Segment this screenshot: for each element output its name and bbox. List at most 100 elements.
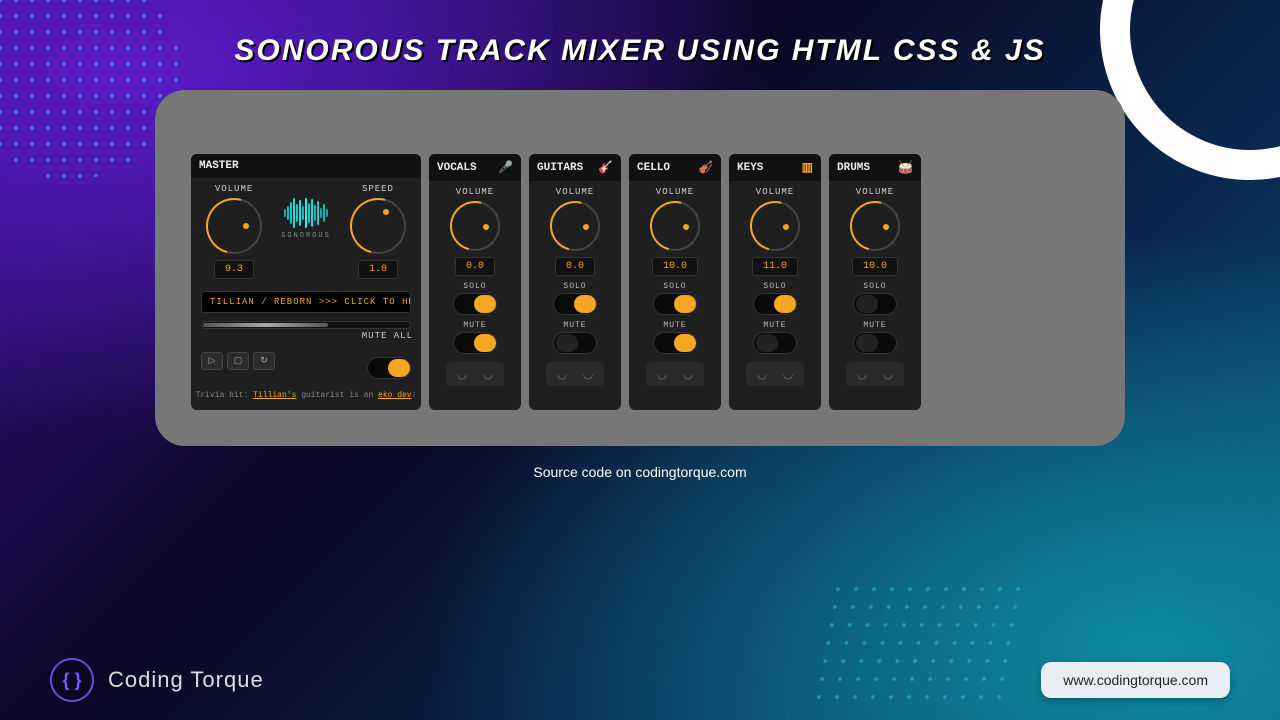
guitar-icon: 🎸 xyxy=(598,160,613,175)
track-panel-vocals: VOCALS 🎤 VOLUME 0.0 SOLO MUTE ◡ ◡ xyxy=(429,154,521,410)
headphone-selector[interactable]: ◡ ◡ xyxy=(746,362,804,386)
track-header: KEYS ▥ xyxy=(729,154,821,181)
track-volume-knob[interactable] xyxy=(750,201,800,251)
trivia-link-2[interactable]: eko dev xyxy=(378,391,412,400)
solo-label: SOLO xyxy=(763,282,786,291)
headphone-right-icon: ◡ xyxy=(578,366,598,382)
headphone-right-icon: ◡ xyxy=(678,366,698,382)
track-title: VOCALS xyxy=(437,162,477,174)
track-volume-value: 10.0 xyxy=(652,257,698,276)
headphone-left-icon: ◡ xyxy=(552,366,572,382)
master-header: MASTER xyxy=(191,154,421,178)
brand: { } Coding Torque xyxy=(50,658,264,702)
track-title: CELLO xyxy=(637,162,670,174)
play-button[interactable]: ▷ xyxy=(201,352,223,370)
mute-label: MUTE xyxy=(863,321,886,330)
track-panel-drums: DRUMS 🥁 VOLUME 10.0 SOLO MUTE ◡ ◡ xyxy=(829,154,921,410)
master-volume-label: VOLUME xyxy=(215,184,253,194)
site-link-chip[interactable]: www.codingtorque.com xyxy=(1041,662,1230,698)
track-header: DRUMS 🥁 xyxy=(829,154,921,181)
mute-label: MUTE xyxy=(463,321,486,330)
mixer-row: MASTER VOLUME 9.3 SONOROUS SPEED xyxy=(191,154,1089,410)
headphone-right-icon: ◡ xyxy=(778,366,798,382)
solo-toggle[interactable] xyxy=(753,293,797,315)
master-volume-knob[interactable] xyxy=(206,198,262,254)
master-title: MASTER xyxy=(199,160,239,172)
track-volume-knob[interactable] xyxy=(450,201,500,251)
track-volume-knob[interactable] xyxy=(650,201,700,251)
keys-icon: ▥ xyxy=(802,160,813,175)
headphone-left-icon: ◡ xyxy=(652,366,672,382)
trivia-text: Trivia bit: Tillian's guitarist is an ek… xyxy=(191,385,421,402)
master-speed-value: 1.0 xyxy=(358,260,398,279)
track-volume-knob[interactable] xyxy=(550,201,600,251)
page-title: SONOROUS TRACK MIXER USING HTML CSS & JS xyxy=(0,0,1280,68)
track-panel-cello: CELLO 🎻 VOLUME 10.0 SOLO MUTE ◡ ◡ xyxy=(629,154,721,410)
transport-controls: ▷ ▢ ↻ xyxy=(201,352,275,370)
violin-icon: 🎻 xyxy=(698,160,713,175)
mute-toggle[interactable] xyxy=(453,332,497,354)
stop-button[interactable]: ▢ xyxy=(227,352,249,370)
loop-button[interactable]: ↻ xyxy=(253,352,275,370)
solo-toggle[interactable] xyxy=(853,293,897,315)
track-volume-knob[interactable] xyxy=(850,201,900,251)
track-title: KEYS xyxy=(737,162,763,174)
mute-toggle[interactable] xyxy=(653,332,697,354)
now-playing-ticker[interactable]: TILLIAN / REBORN >>> CLICK TO HEA xyxy=(201,291,411,313)
track-title: DRUMS xyxy=(837,162,870,174)
track-volume-label: VOLUME xyxy=(756,187,794,197)
headphone-selector[interactable]: ◡ ◡ xyxy=(546,362,604,386)
headphone-right-icon: ◡ xyxy=(478,366,498,382)
decoration-dots-top-left xyxy=(0,0,180,180)
headphone-selector[interactable]: ◡ ◡ xyxy=(646,362,704,386)
solo-label: SOLO xyxy=(663,282,686,291)
track-panel-guitars: GUITARS 🎸 VOLUME 0.0 SOLO MUTE ◡ ◡ xyxy=(529,154,621,410)
master-speed-label: SPEED xyxy=(362,184,394,194)
mute-toggle[interactable] xyxy=(853,332,897,354)
track-volume-value: 0.0 xyxy=(455,257,495,276)
trivia-link-1[interactable]: Tillian's xyxy=(253,391,296,400)
track-volume-value: 11.0 xyxy=(752,257,798,276)
progress-bar[interactable] xyxy=(201,321,411,329)
track-volume-label: VOLUME xyxy=(556,187,594,197)
track-volume-value: 10.0 xyxy=(852,257,898,276)
headphone-left-icon: ◡ xyxy=(852,366,872,382)
solo-toggle[interactable] xyxy=(653,293,697,315)
solo-label: SOLO xyxy=(863,282,886,291)
track-header: CELLO 🎻 xyxy=(629,154,721,181)
solo-toggle[interactable] xyxy=(553,293,597,315)
headphone-selector[interactable]: ◡ ◡ xyxy=(846,362,904,386)
mute-toggle[interactable] xyxy=(753,332,797,354)
headphone-selector[interactable]: ◡ ◡ xyxy=(446,362,504,386)
master-panel: MASTER VOLUME 9.3 SONOROUS SPEED xyxy=(191,154,421,410)
tracks-container: VOCALS 🎤 VOLUME 0.0 SOLO MUTE ◡ ◡ GUITAR… xyxy=(429,154,921,410)
waveform-icon xyxy=(271,198,341,228)
brand-logo-icon: { } xyxy=(50,658,94,702)
source-note: Source code on codingtorque.com xyxy=(0,464,1280,480)
mute-label: MUTE xyxy=(663,321,686,330)
track-volume-label: VOLUME xyxy=(856,187,894,197)
mute-all-label: MUTE ALL xyxy=(362,331,413,341)
solo-label: SOLO xyxy=(563,282,586,291)
track-header: VOCALS 🎤 xyxy=(429,154,521,181)
track-title: GUITARS xyxy=(537,162,583,174)
master-speed-knob[interactable] xyxy=(350,198,406,254)
mute-all-toggle[interactable] xyxy=(367,357,411,379)
track-header: GUITARS 🎸 xyxy=(529,154,621,181)
solo-toggle[interactable] xyxy=(453,293,497,315)
solo-label: SOLO xyxy=(463,282,486,291)
waveform-display: SONOROUS xyxy=(267,184,345,240)
mic-icon: 🎤 xyxy=(498,160,513,175)
mute-toggle[interactable] xyxy=(553,332,597,354)
track-panel-keys: KEYS ▥ VOLUME 11.0 SOLO MUTE ◡ ◡ xyxy=(729,154,821,410)
mute-label: MUTE xyxy=(563,321,586,330)
headphone-left-icon: ◡ xyxy=(752,366,772,382)
mixer-frame: MASTER VOLUME 9.3 SONOROUS SPEED xyxy=(155,90,1125,446)
waveform-label: SONOROUS xyxy=(281,232,331,240)
track-volume-value: 0.0 xyxy=(555,257,595,276)
mute-label: MUTE xyxy=(763,321,786,330)
brand-name: Coding Torque xyxy=(108,667,264,693)
track-volume-label: VOLUME xyxy=(656,187,694,197)
decoration-ring-top-right xyxy=(1100,0,1280,180)
master-volume-unit: VOLUME 9.3 xyxy=(201,184,267,279)
